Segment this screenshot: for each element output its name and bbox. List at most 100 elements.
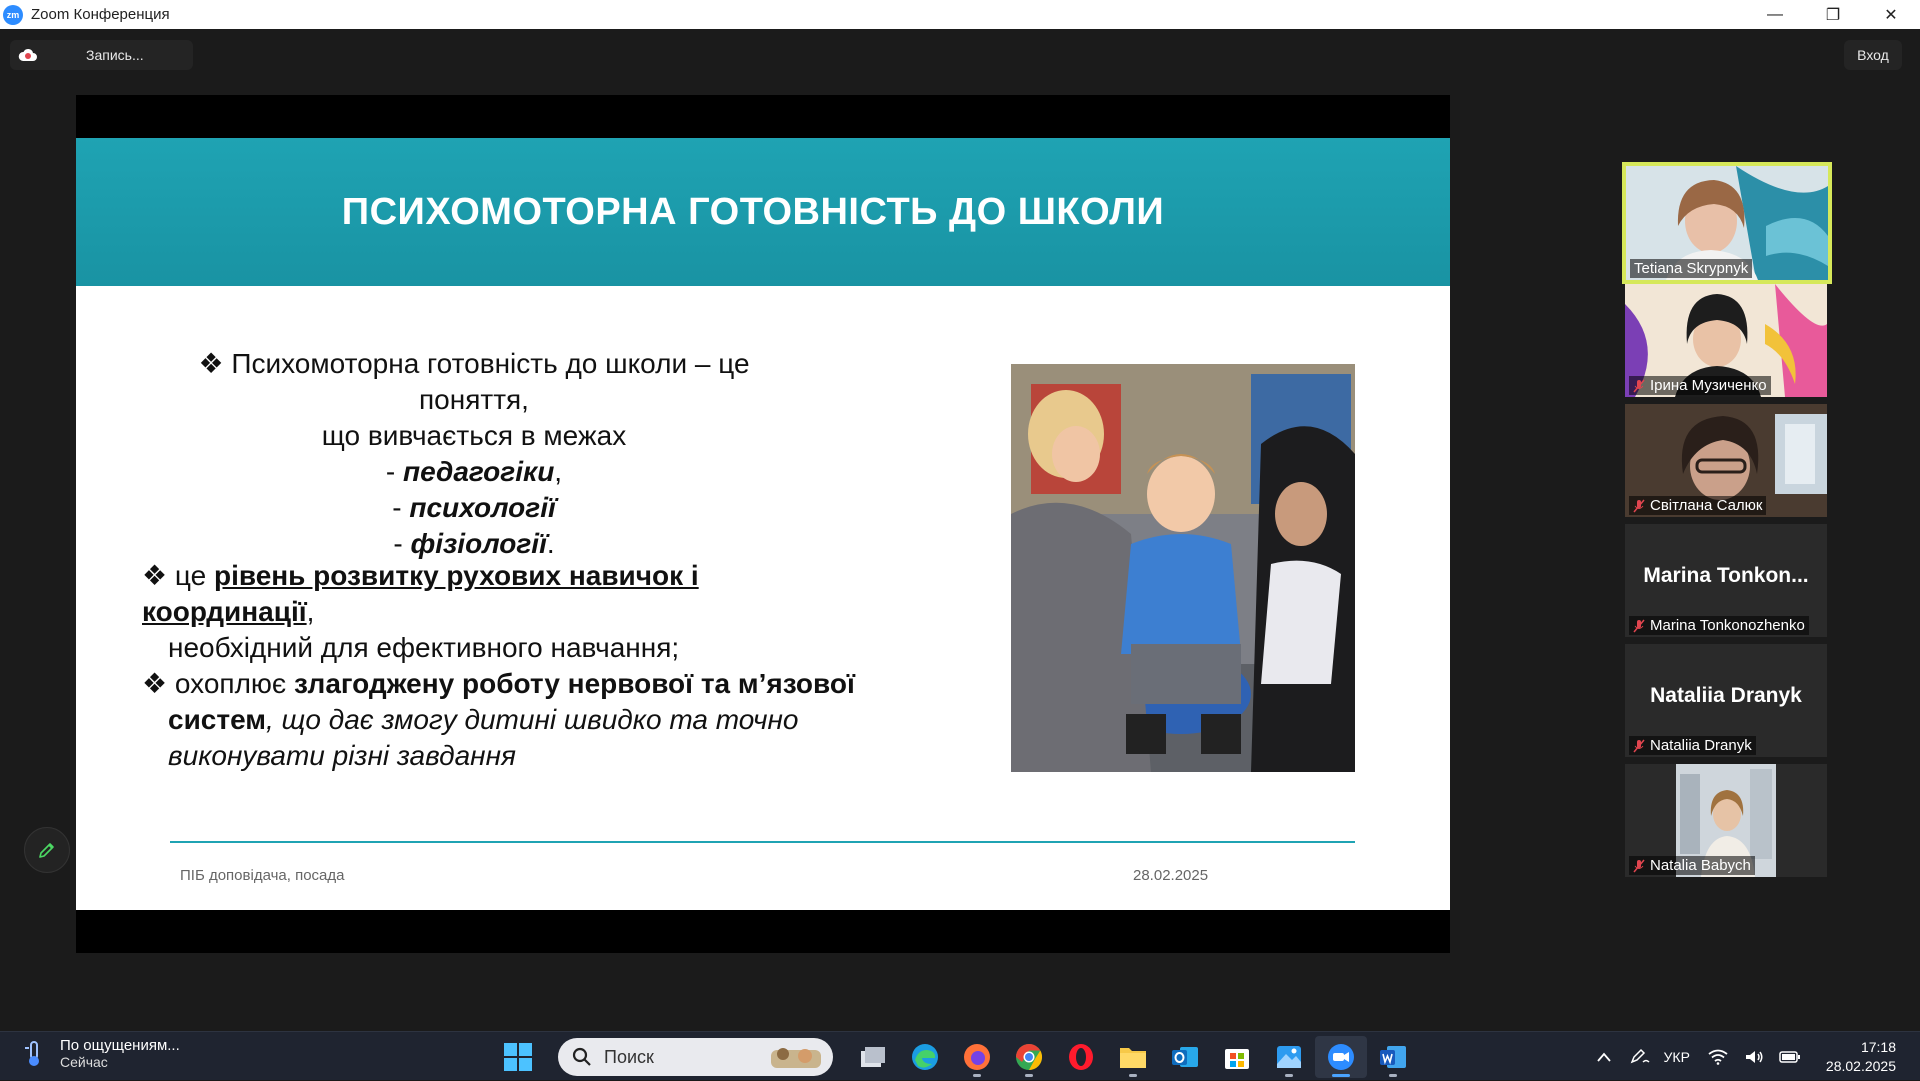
edge-icon — [912, 1044, 938, 1070]
firefox-app-button[interactable] — [951, 1036, 1003, 1078]
list-suffix: , — [554, 456, 563, 487]
slide-list-item: - педагогіки, — [174, 454, 774, 490]
zoom-icon — [1328, 1044, 1354, 1070]
chrome-app-button[interactable] — [1003, 1036, 1055, 1078]
participant-name: Tetiana Skrypnyk — [1634, 260, 1749, 277]
outlook-icon — [1172, 1047, 1198, 1067]
participant-tile[interactable]: Світлана Салюк — [1625, 404, 1827, 517]
search-highlight-icon — [771, 1048, 821, 1068]
photos-icon — [1277, 1046, 1301, 1068]
zoom-app-icon: zm — [3, 4, 23, 25]
chevron-up-icon — [1596, 1052, 1611, 1062]
recording-indicator[interactable]: Запись... — [10, 40, 193, 70]
slide-italic: виконувати різні завдання — [168, 740, 516, 771]
participant-display-name: Marina Tonkon... — [1643, 564, 1809, 587]
photos-app-button[interactable] — [1263, 1036, 1315, 1078]
participant-tile[interactable]: Marina Tonkon... Marina Tonkonozhenko — [1625, 524, 1827, 637]
running-indicator — [1332, 1074, 1350, 1077]
slide-text: охоплює — [174, 668, 294, 699]
search-icon — [572, 1047, 591, 1066]
participant-name-tag: Nataliia Dranyk — [1629, 736, 1756, 755]
cloud-recording-icon — [10, 48, 46, 62]
meeting-area: Запись... Вход ПСИХОМОТОРНА ГОТОВНІСТЬ Д… — [0, 29, 1920, 1031]
folder-icon — [1120, 1048, 1146, 1068]
pencil-icon — [39, 843, 54, 858]
show-hidden-icons-button[interactable] — [1586, 1052, 1622, 1062]
running-indicator — [1025, 1074, 1033, 1077]
windows-logo-icon — [504, 1043, 532, 1071]
zoom-app-button[interactable] — [1315, 1036, 1367, 1078]
clock[interactable]: 17:18 28.02.2025 — [1826, 1038, 1896, 1076]
taskbar-search-input[interactable]: Поиск — [558, 1038, 833, 1076]
participant-name: Світлана Салюк — [1650, 497, 1763, 514]
participant-display-name: Nataliia Dranyk — [1650, 684, 1802, 707]
bullet-icon: ❖ — [142, 560, 168, 591]
participant-name: Natalia Babych — [1650, 857, 1751, 874]
word-app-button[interactable] — [1367, 1036, 1419, 1078]
running-indicator — [1129, 1074, 1137, 1077]
mic-muted-icon — [1633, 379, 1645, 392]
opera-app-button[interactable] — [1055, 1036, 1107, 1078]
slide-emphasis: рівень розвитку рухових навичок і коорди… — [142, 560, 699, 627]
edge-app-button[interactable] — [899, 1036, 951, 1078]
participant-name-tag: Natalia Babych — [1629, 856, 1755, 875]
battery-charging-icon — [1779, 1050, 1800, 1063]
participant-tile[interactable]: Natalia Babych — [1625, 764, 1827, 877]
slide-text-line: необхідний для ефективного навчання; — [168, 632, 680, 663]
microsoft-store-app-button[interactable] — [1211, 1036, 1263, 1078]
task-view-icon — [861, 1047, 885, 1067]
presentation-slide: ПСИХОМОТОРНА ГОТОВНІСТЬ ДО ШКОЛИ ❖ Психо… — [76, 138, 1450, 910]
mic-muted-icon — [1633, 859, 1645, 872]
participant-name: Ірина Музиченко — [1650, 377, 1767, 394]
recording-label: Запись... — [86, 47, 144, 63]
bullet-icon: ❖ — [142, 668, 168, 699]
minimize-icon: — — [1767, 5, 1783, 23]
participant-tile[interactable]: Nataliia Dranyk Nataliia Dranyk — [1625, 644, 1827, 757]
running-indicator — [973, 1074, 981, 1077]
slide-line: систем, що дає змогу дитині швидко та то… — [142, 702, 862, 738]
slide-line: ❖ охоплює злагоджену роботу нервової та … — [142, 666, 862, 702]
wifi-icon — [1708, 1049, 1728, 1065]
slide-line: ❖ це рівень розвитку рухових навичок і к… — [142, 558, 862, 630]
signin-button[interactable]: Вход — [1844, 40, 1902, 70]
outlook-app-button[interactable] — [1159, 1036, 1211, 1078]
slide-line: виконувати різні завдання — [142, 738, 862, 774]
slide-footer-divider — [170, 841, 1355, 843]
bullet-icon: ❖ — [198, 348, 224, 379]
slide-footer-date: 28.02.2025 — [1133, 867, 1209, 884]
thermometer-icon — [25, 1040, 39, 1066]
language-indicator[interactable]: УКР — [1664, 1049, 1690, 1065]
close-button[interactable]: ✕ — [1862, 0, 1920, 29]
weather-widget[interactable]: По ощущениям... Сейчас — [22, 1037, 180, 1070]
volume-button[interactable] — [1736, 1049, 1772, 1065]
participant-tile[interactable]: Ірина Музиченко — [1625, 284, 1827, 397]
start-button[interactable] — [498, 1037, 538, 1077]
slide-footer-author: ПІБ доповідача, посада — [180, 867, 345, 884]
slide-emphasis: злагоджену роботу нервової та м’язової — [293, 668, 855, 699]
slide-bullet-block-2: ❖ це рівень розвитку рухових навичок і к… — [142, 558, 862, 774]
pen-input-icon — [1630, 1048, 1650, 1063]
list-dash: - — [385, 456, 404, 487]
list-dash: - — [392, 492, 410, 523]
window-title: Zoom Конференция — [31, 6, 170, 23]
running-indicator — [1285, 1074, 1293, 1077]
restore-icon: ❐ — [1825, 6, 1841, 24]
restore-button[interactable]: ❐ — [1804, 0, 1862, 29]
classroom-photo-illustration — [1011, 364, 1355, 772]
slide-emphasis: систем — [168, 704, 266, 735]
annotate-pen-button[interactable] — [24, 827, 70, 873]
slide-term: фізіології — [410, 528, 547, 559]
network-button[interactable] — [1700, 1049, 1736, 1065]
file-explorer-app-button[interactable] — [1107, 1036, 1159, 1078]
pen-input-button[interactable] — [1622, 1048, 1658, 1066]
battery-button[interactable] — [1772, 1050, 1808, 1064]
slide-text-line: Психомоторна готовність до школи – це по… — [231, 348, 750, 415]
window-controls: — ❐ ✕ — [1746, 0, 1920, 29]
minimize-button[interactable]: — — [1746, 0, 1804, 29]
search-placeholder: Поиск — [604, 1046, 654, 1067]
weather-subtitle: Сейчас — [60, 1054, 108, 1070]
chrome-icon — [1016, 1043, 1043, 1071]
task-view-button[interactable] — [847, 1036, 899, 1078]
clock-date: 28.02.2025 — [1825, 1057, 1896, 1074]
participant-tile[interactable]: Tetiana Skrypnyk — [1622, 162, 1832, 284]
